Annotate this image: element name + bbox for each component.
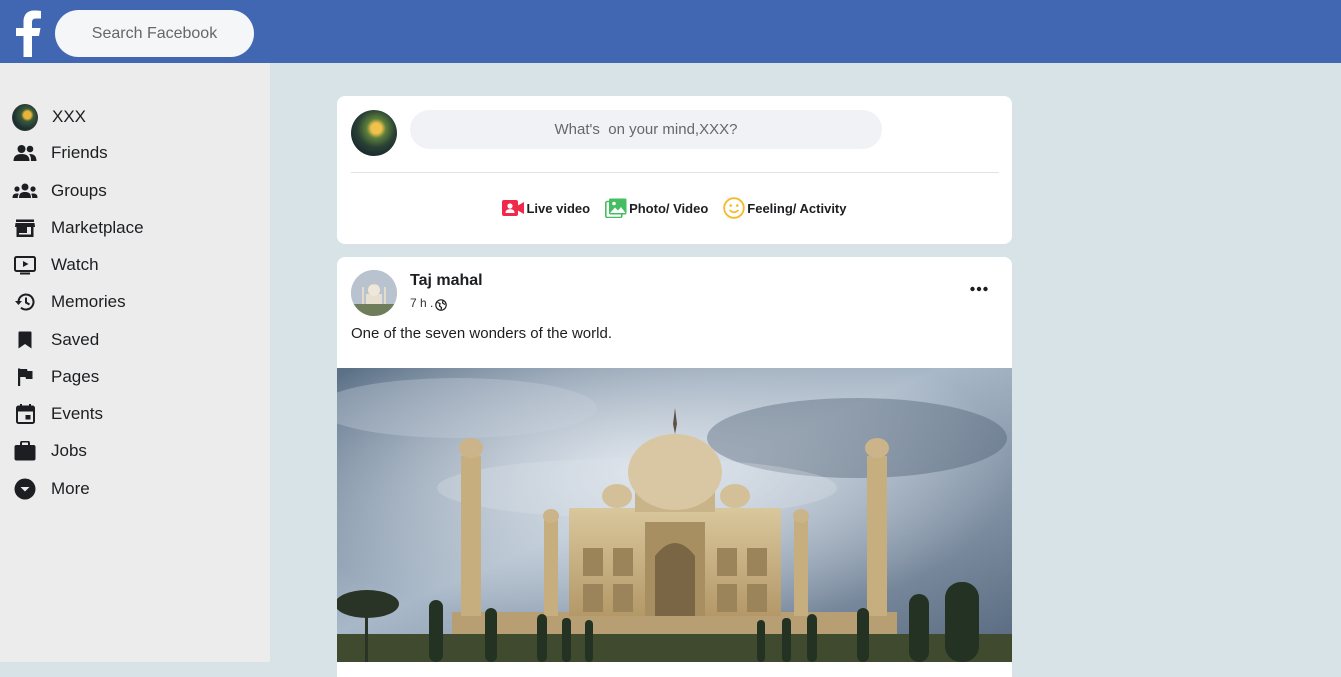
saved-icon [12, 327, 38, 353]
live-video-button[interactable]: Live video [502, 197, 590, 219]
post-text: One of the seven wonders of the world. [351, 325, 612, 342]
sidebar-item-label: More [51, 479, 90, 498]
sidebar-item-watch[interactable]: Watch [12, 249, 262, 281]
avatar[interactable] [351, 110, 397, 156]
feeling-icon [723, 197, 745, 219]
sidebar-item-label: Events [51, 404, 103, 423]
live-video-label: Live video [526, 200, 591, 216]
feeling-activity-label: Feeling/ Activity [747, 200, 847, 216]
sidebar-item-friends[interactable]: Friends [12, 137, 262, 169]
sidebar-item-label: Marketplace [51, 218, 144, 237]
sidebar-item-saved[interactable]: Saved [12, 324, 262, 356]
post-author-name[interactable]: Taj mahal [410, 272, 483, 290]
photo-video-button[interactable]: Photo/ Video [605, 197, 708, 219]
post-card: Taj mahal 7 h . One of the seven wonders… [337, 257, 1012, 677]
photo-video-icon [605, 197, 627, 219]
sidebar-item-profile[interactable]: XXX [12, 101, 262, 133]
profile-avatar [12, 103, 38, 131]
pages-icon [12, 364, 38, 390]
marketplace-icon [12, 215, 38, 241]
sidebar-item-events[interactable]: Events [12, 398, 262, 430]
memories-icon [12, 289, 38, 315]
post-image[interactable] [337, 368, 1012, 662]
sidebar-item-groups[interactable]: Groups [12, 175, 262, 207]
live-video-icon [502, 197, 525, 219]
sidebar-item-label: XXX [52, 107, 87, 126]
groups-icon [12, 178, 38, 204]
post-meta: 7 h . [410, 295, 448, 311]
composer-actions: Live video Photo/ Video Feeling/ Activit… [337, 195, 1012, 221]
events-icon [12, 401, 38, 427]
post-author-avatar[interactable] [351, 270, 397, 316]
globe-icon [435, 299, 448, 311]
friends-icon [12, 140, 38, 166]
sidebar-item-label: Groups [51, 181, 107, 200]
sidebar-item-label: Memories [51, 292, 126, 311]
jobs-icon [12, 438, 38, 464]
search-input[interactable] [55, 10, 254, 57]
sidebar-item-more[interactable]: More [12, 473, 262, 505]
whats-on-your-mind-input[interactable] [410, 110, 882, 149]
more-options-icon[interactable] [968, 279, 990, 299]
sidebar-item-memories[interactable]: Memories [12, 286, 262, 318]
post-time: 7 h . [410, 296, 434, 310]
photo-video-label: Photo/ Video [629, 200, 709, 216]
watch-icon [12, 252, 38, 278]
feeling-activity-button[interactable]: Feeling/ Activity [723, 197, 847, 219]
facebook-logo-icon[interactable] [13, 9, 43, 57]
sidebar-item-label: Friends [51, 143, 108, 162]
sidebar-item-marketplace[interactable]: Marketplace [12, 212, 262, 244]
create-post-card: Live video Photo/ Video Feeling/ Activit… [337, 96, 1012, 244]
top-bar [0, 0, 1341, 63]
sidebar-item-jobs[interactable]: Jobs [12, 435, 262, 467]
sidebar-item-label: Saved [51, 330, 100, 349]
divider [351, 172, 999, 173]
sidebar-item-label: Jobs [51, 441, 87, 460]
more-icon [12, 476, 38, 502]
sidebar-item-label: Pages [51, 367, 100, 386]
sidebar-item-pages[interactable]: Pages [12, 361, 262, 393]
left-sidebar: XXX Friends Groups Marketplace Watch Mem… [0, 63, 270, 662]
sidebar-item-label: Watch [51, 255, 99, 274]
